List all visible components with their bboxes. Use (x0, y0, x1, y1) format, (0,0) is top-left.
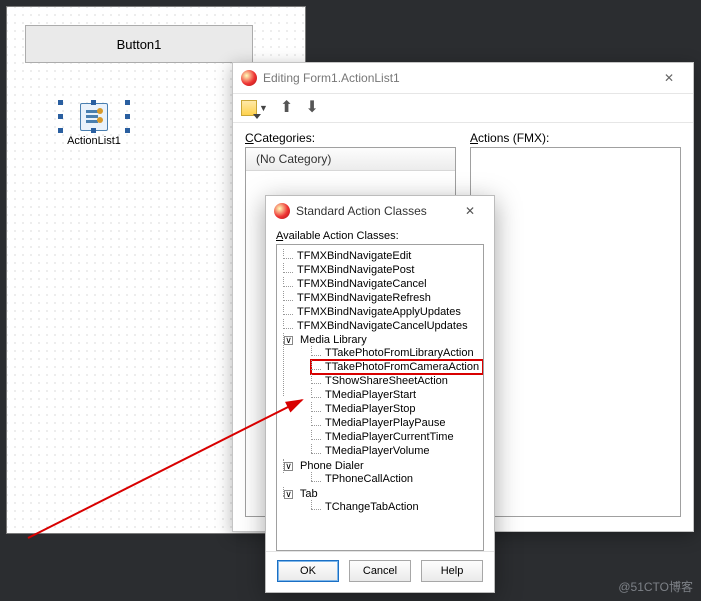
new-action-icon (241, 100, 257, 116)
dropdown-caret-icon: ▼ (259, 103, 268, 113)
collapse-icon[interactable]: ∨ (284, 490, 293, 499)
tree-leaf[interactable]: TFMXBindNavigateRefresh (283, 291, 483, 305)
dialog-button-row: OK Cancel Help (266, 551, 494, 592)
tree-leaf[interactable]: TMediaPlayerPlayPause (311, 416, 483, 430)
window-titlebar[interactable]: Editing Form1.ActionList1 ✕ (233, 63, 693, 93)
actions-listbox[interactable] (470, 147, 681, 517)
new-action-button[interactable]: ▼ (241, 100, 268, 116)
designer-button-label: Button1 (117, 37, 162, 52)
tree-group[interactable]: ∨ TabTChangeTabAction (283, 487, 483, 515)
tree-leaf[interactable]: TMediaPlayerVolume (311, 444, 483, 458)
tree-leaf[interactable]: TTakePhotoFromCameraAction (311, 360, 483, 374)
tree-leaf[interactable]: TTakePhotoFromLibraryAction (311, 346, 483, 360)
move-up-button[interactable]: ⬆ (280, 100, 293, 116)
tree-leaf[interactable]: TChangeTabAction (311, 500, 483, 514)
designer-actionlist-component[interactable]: ActionList1 (61, 103, 127, 147)
close-button[interactable]: ✕ (653, 67, 685, 89)
tree-leaf[interactable]: TMediaPlayerCurrentTime (311, 430, 483, 444)
actionlist-icon (80, 103, 108, 131)
window-title: Editing Form1.ActionList1 (263, 71, 400, 85)
dialog-titlebar[interactable]: Standard Action Classes ✕ (266, 196, 494, 226)
action-classes-tree[interactable]: TFMXBindNavigateEditTFMXBindNavigatePost… (276, 244, 484, 551)
categories-label: CCategories: (245, 131, 456, 145)
actions-label: Actions (FMX): (470, 131, 681, 145)
editor-toolbar: ▼ ⬆ ⬇ (233, 93, 693, 123)
tree-leaf[interactable]: TShowShareSheetAction (311, 374, 483, 388)
watermark-text: @51CTO博客 (618, 578, 693, 595)
app-icon (274, 203, 290, 219)
categories-item-no-category[interactable]: (No Category) (246, 148, 455, 171)
dialog-title: Standard Action Classes (296, 204, 427, 218)
available-classes-label: Available Action Classes: (276, 230, 484, 242)
collapse-icon[interactable]: ∨ (284, 336, 293, 345)
standard-action-classes-dialog: Standard Action Classes ✕ Available Acti… (265, 195, 495, 593)
tree-leaf[interactable]: TMediaPlayerStop (311, 402, 483, 416)
tree-leaf[interactable]: TFMXBindNavigatePost (283, 263, 483, 277)
tree-leaf[interactable]: TFMXBindNavigateCancel (283, 277, 483, 291)
tree-group[interactable]: ∨ Media LibraryTTakePhotoFromLibraryActi… (283, 333, 483, 459)
designer-button-component[interactable]: Button1 (25, 25, 253, 63)
tree-leaf[interactable]: TFMXBindNavigateEdit (283, 249, 483, 263)
tree-leaf[interactable]: TFMXBindNavigateApplyUpdates (283, 305, 483, 319)
app-icon (241, 70, 257, 86)
close-button[interactable]: ✕ (454, 200, 486, 222)
collapse-icon[interactable]: ∨ (284, 462, 293, 471)
tree-leaf[interactable]: TPhoneCallAction (311, 472, 483, 486)
tree-leaf[interactable]: TFMXBindNavigateCancelUpdates (283, 319, 483, 333)
designer-component-label: ActionList1 (61, 135, 127, 147)
cancel-button[interactable]: Cancel (349, 560, 411, 582)
help-button[interactable]: Help (421, 560, 483, 582)
move-down-button[interactable]: ⬇ (305, 100, 318, 116)
tree-group[interactable]: ∨ Phone DialerTPhoneCallAction (283, 459, 483, 487)
tree-leaf[interactable]: TMediaPlayerStart (311, 388, 483, 402)
ok-button[interactable]: OK (277, 560, 339, 582)
